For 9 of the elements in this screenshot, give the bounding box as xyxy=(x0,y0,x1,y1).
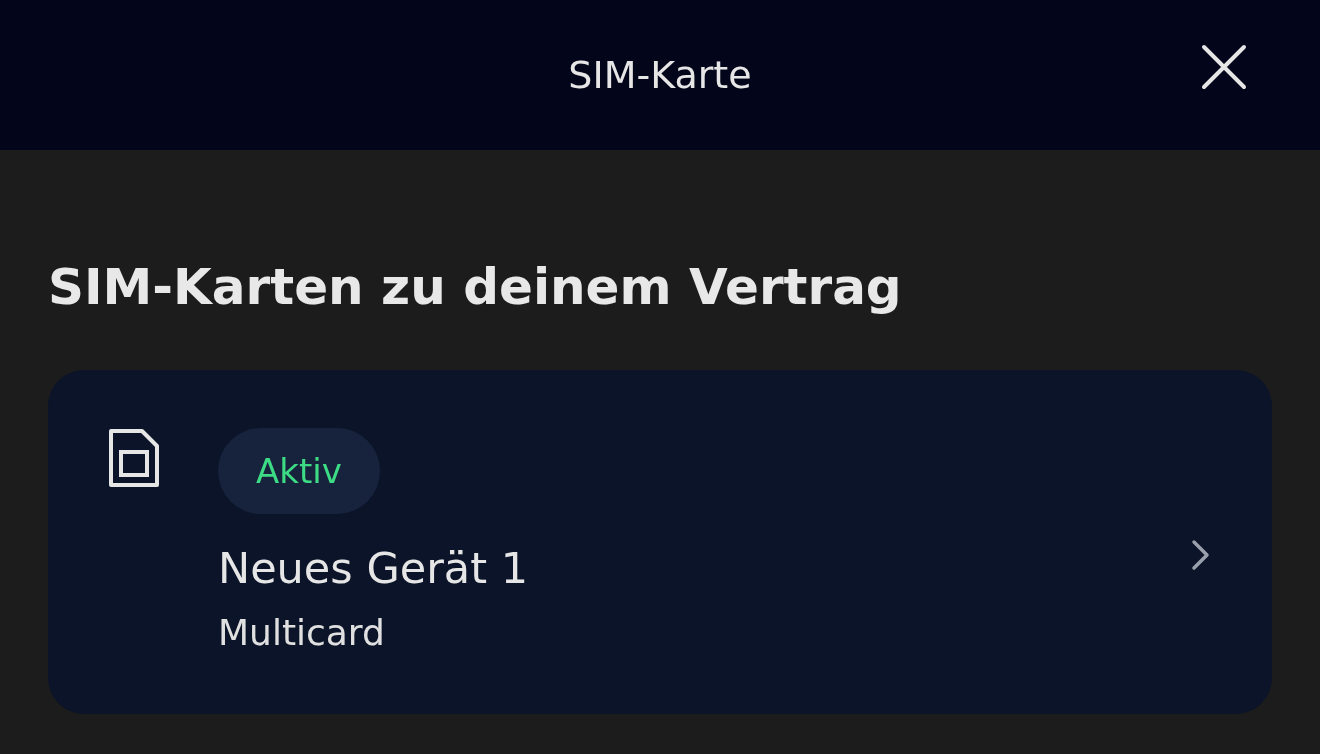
sim-card[interactable]: Aktiv Neues Gerät 1 Multicard xyxy=(48,370,1272,714)
device-name: Neues Gerät 1 xyxy=(218,542,529,595)
sim-card-icon xyxy=(108,428,160,488)
sim-type: Multicard xyxy=(218,611,385,655)
status-badge: Aktiv xyxy=(218,428,380,514)
section-heading: SIM-Karten zu deinem Vertrag xyxy=(48,257,903,318)
close-icon[interactable] xyxy=(1200,43,1248,91)
window-title: SIM-Karte xyxy=(568,53,752,97)
chevron-right-icon xyxy=(1190,538,1212,572)
